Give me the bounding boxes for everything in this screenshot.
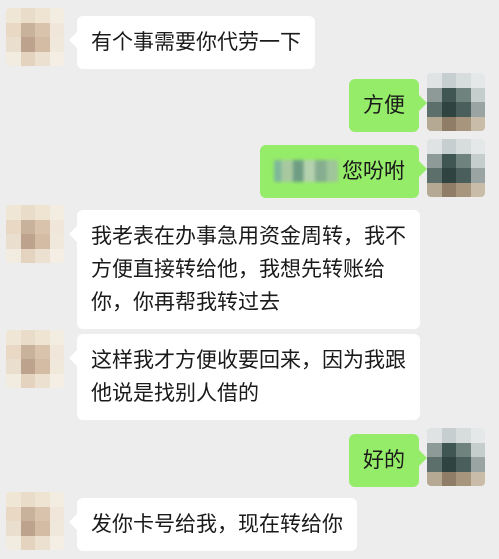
pixelated-avatar-icon (6, 492, 64, 550)
pixelated-avatar-icon (427, 73, 485, 131)
message-line: 我老表在办事急用资金周转，我不 (91, 224, 406, 248)
contact-avatar[interactable] (6, 492, 64, 550)
pixelated-avatar-icon (427, 428, 485, 486)
self-avatar[interactable] (427, 139, 485, 197)
outgoing-message-bubble[interactable]: 好的 (349, 434, 427, 487)
message-text: 发你卡号给我，现在转给你 (91, 512, 343, 536)
self-avatar[interactable] (427, 73, 485, 131)
message-line: 这样我才方便收要回来，因为我跟 (91, 348, 406, 372)
message-line: 你，你再帮我转过去 (91, 290, 280, 314)
outgoing-message-bubble[interactable]: 方便 (349, 79, 427, 132)
message-text: 好的 (363, 448, 405, 472)
incoming-message-bubble[interactable]: 我老表在办事急用资金周转，我不 方便直接转给他，我想先转账给 你，你再帮我转过去 (69, 210, 420, 329)
pixelated-avatar-icon (6, 205, 64, 263)
contact-avatar[interactable] (6, 330, 64, 388)
message-text: 有个事需要你代劳一下 (91, 30, 301, 54)
incoming-message-bubble[interactable]: 这样我才方便收要回来，因为我跟 他说是找别人借的 (69, 334, 420, 420)
contact-avatar[interactable] (6, 205, 64, 263)
incoming-message-bubble[interactable]: 发你卡号给我，现在转给你 (69, 498, 357, 551)
message-line: 方便直接转给他，我想先转账给 (91, 257, 385, 281)
pixelated-avatar-icon (6, 8, 64, 66)
self-avatar[interactable] (427, 428, 485, 486)
contact-avatar[interactable] (6, 8, 64, 66)
incoming-message-bubble[interactable]: 有个事需要你代劳一下 (69, 16, 315, 69)
message-line: 他说是找别人借的 (91, 381, 259, 405)
message-text: 方便 (363, 93, 405, 117)
message-text: 您吩咐 (342, 159, 405, 183)
outgoing-message-bubble[interactable]: 您吩咐 (260, 145, 427, 198)
redacted-name-blur (274, 160, 338, 182)
pixelated-avatar-icon (6, 330, 64, 388)
pixelated-avatar-icon (427, 139, 485, 197)
